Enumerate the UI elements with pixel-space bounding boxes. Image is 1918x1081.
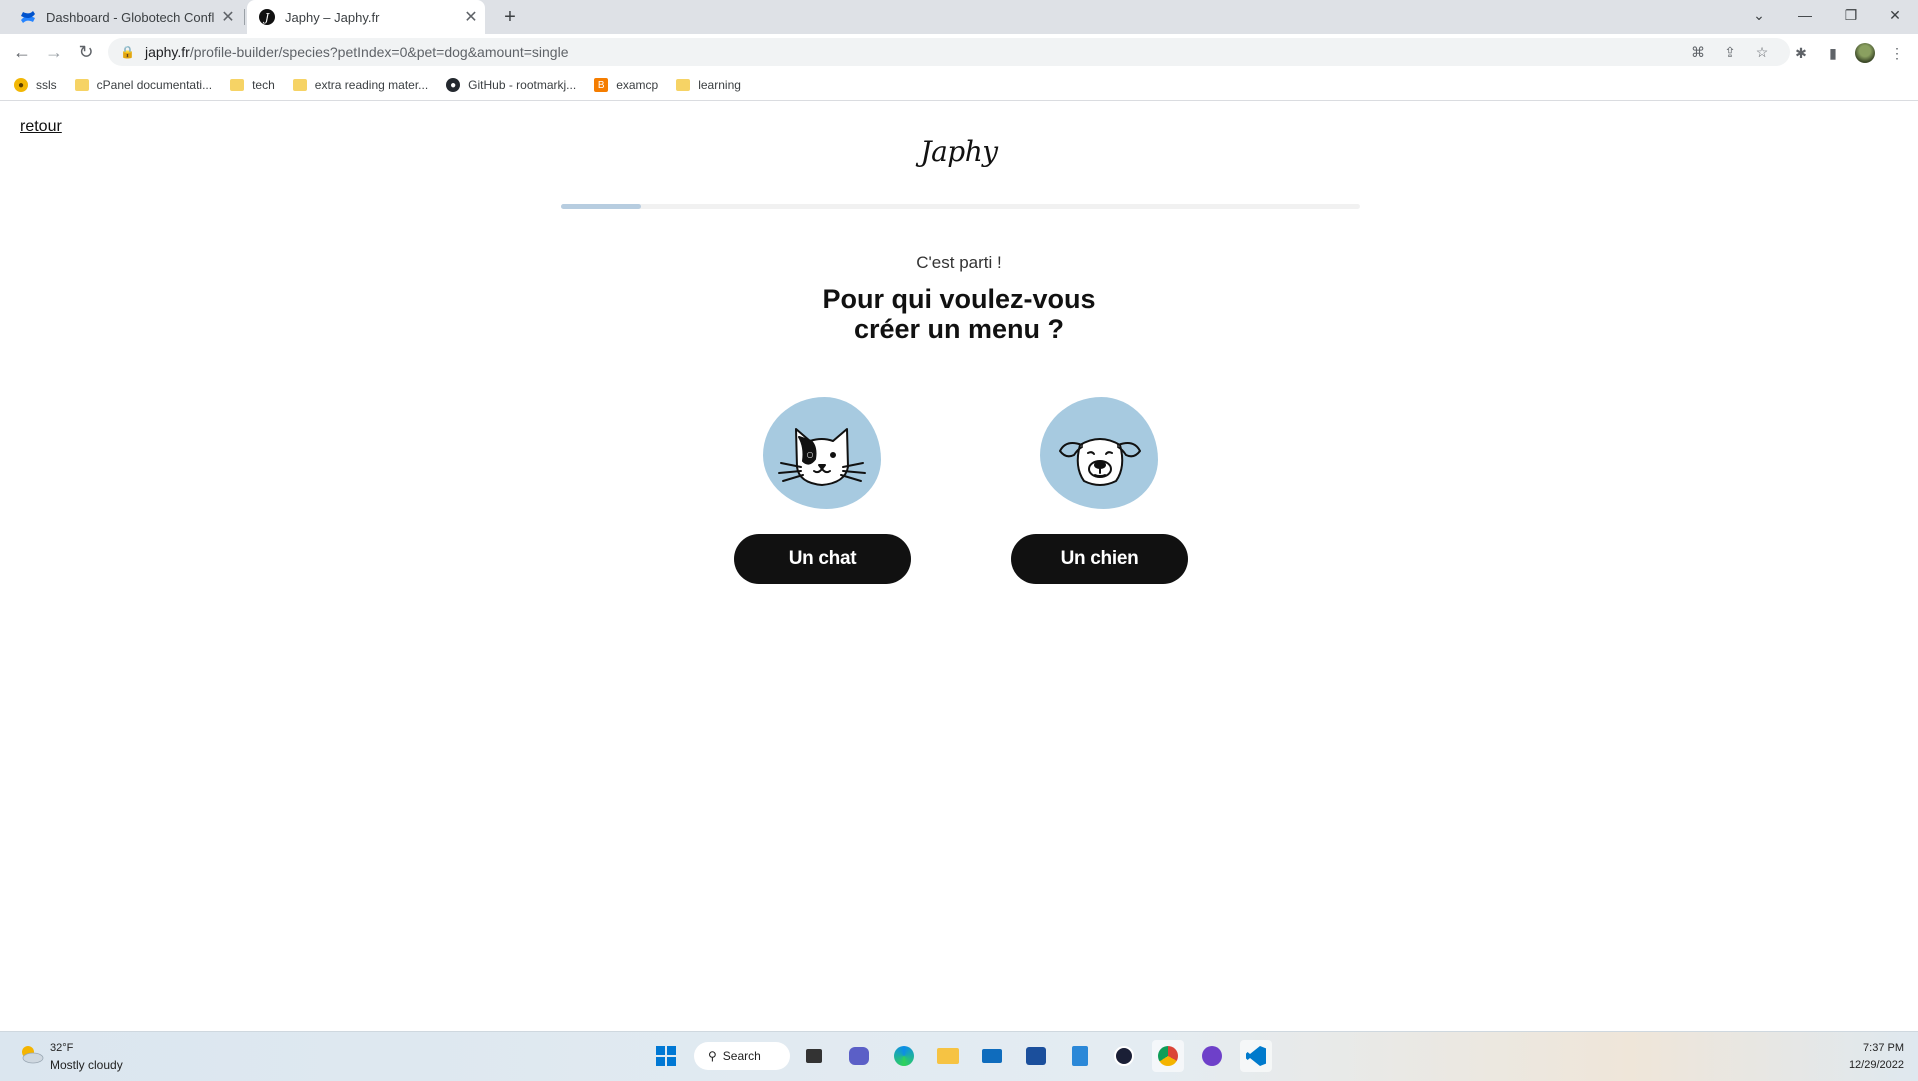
partly-cloudy-icon (22, 1046, 44, 1064)
clock-date[interactable]: 12/29/2022 (1849, 1059, 1904, 1071)
taskbar-search[interactable]: ⚲ Search (694, 1042, 790, 1070)
forward-arrow-icon[interactable]: → (42, 40, 66, 64)
taskbar: 32°F Mostly cloudy ⚲ Search 7:37 PM 12/2… (0, 1031, 1918, 1081)
side-panel-icon[interactable]: ▮ (1822, 42, 1844, 64)
bookmark-extra-reading[interactable]: extra reading mater... (292, 73, 429, 97)
edge-icon[interactable] (888, 1040, 920, 1072)
tab-strip: Dashboard - Globotech Confluen ✕ J Japhy… (0, 0, 1918, 34)
folder-icon (292, 79, 307, 91)
close-tab-icon[interactable]: ✕ (214, 7, 242, 27)
cat-illustration[interactable] (763, 397, 881, 509)
page-title: Pour qui voulez-vous créer un menu ? (0, 284, 1918, 344)
cat-option-button[interactable]: Un chat (734, 534, 911, 584)
task-view-icon[interactable] (798, 1040, 830, 1072)
folder-icon (74, 79, 89, 91)
reload-icon[interactable]: ↻ (74, 40, 98, 64)
tab-confluence[interactable]: Dashboard - Globotech Confluen ✕ (10, 0, 242, 34)
tab-title: Japhy – Japhy.fr (285, 9, 380, 25)
folder-icon (230, 79, 245, 91)
bookmark-label: extra reading mater... (314, 78, 429, 92)
browser-toolbar: ← → ↻ 🔒 japhy.fr/profile-builder/species… (0, 34, 1918, 70)
bookmark-label: GitHub - rootmarkj... (468, 78, 577, 92)
clock-time[interactable]: 7:37 PM (1863, 1042, 1904, 1054)
bookmark-label: ssls (36, 78, 57, 92)
step-kicker: C'est parti ! (916, 253, 1002, 272)
back-link[interactable]: retour (20, 118, 62, 136)
remote-desktop-icon[interactable] (1020, 1040, 1052, 1072)
lock-icon: 🔒 (120, 45, 135, 59)
japhy-icon: J (259, 9, 275, 25)
translate-icon[interactable]: ⌘ (1688, 42, 1708, 62)
chrome-icon[interactable] (1152, 1040, 1184, 1072)
cat-face-icon (778, 428, 866, 486)
dog-option-button[interactable]: Un chien (1011, 534, 1188, 584)
url-path: /profile-builder/species?petIndex=0&pet=… (189, 44, 569, 60)
menu-kebab-icon[interactable]: ⋮ (1886, 42, 1908, 64)
bookmark-examcp[interactable]: Bexamcp (594, 73, 658, 97)
page-title-line-1: Pour qui voulez-vous (822, 284, 1096, 314)
close-window-button[interactable]: ✕ (1872, 0, 1918, 30)
bookmark-label: tech (252, 78, 275, 92)
bookmark-cpanel[interactable]: cPanel documentati... (74, 73, 213, 97)
bookmark-label: cPanel documentati... (96, 78, 213, 92)
url-host: japhy.fr (144, 44, 190, 60)
vscode-icon[interactable] (1240, 1040, 1272, 1072)
tab-japhy[interactable]: J Japhy – Japhy.fr ✕ (247, 0, 485, 34)
address-bar[interactable]: 🔒 japhy.fr/profile-builder/species?petIn… (108, 38, 1790, 66)
bookmark-learning[interactable]: learning (676, 73, 741, 97)
ssls-icon: ● (14, 78, 28, 92)
close-tab-icon[interactable]: ✕ (457, 7, 485, 27)
bookmark-github[interactable]: ● GitHub - rootmarkj... (446, 73, 576, 97)
extensions-icon[interactable]: ✱ (1790, 42, 1812, 64)
bookmark-star-icon[interactable]: ☆ (1752, 42, 1772, 62)
tab-title: Dashboard - Globotech Confluen (46, 9, 214, 25)
bookmark-ssls[interactable]: ● ssls (14, 73, 57, 97)
search-icon: ⚲ (708, 1049, 717, 1063)
dog-face-icon (1059, 438, 1141, 486)
bookmark-label: examcp (616, 78, 659, 92)
bookmarks-bar: ● ssls cPanel documentati... tech extra r… (0, 70, 1918, 101)
folder-icon (676, 79, 691, 91)
windows-start-icon[interactable] (650, 1040, 682, 1072)
page-title-line-2: créer un menu ? (853, 314, 1065, 344)
tab-separator (244, 9, 245, 25)
new-tab-button[interactable]: + (496, 0, 524, 34)
minimize-button[interactable]: — (1782, 0, 1828, 30)
file-explorer-icon[interactable] (932, 1040, 964, 1072)
search-label: Search (722, 1049, 761, 1063)
bookmark-tech[interactable]: tech (230, 73, 275, 97)
back-arrow-icon[interactable]: ← (10, 40, 34, 64)
blogger-icon: B (594, 78, 609, 92)
page-content: retour Japhy C'est parti ! Pour qui voul… (0, 101, 1918, 1031)
github-desktop-icon[interactable] (1196, 1040, 1228, 1072)
japhy-logo: Japhy (920, 135, 998, 168)
tab-search-chevron-icon[interactable]: ⌄ (1736, 0, 1782, 30)
github-icon: ● (446, 78, 461, 92)
dog-illustration[interactable] (1040, 397, 1158, 509)
confluence-icon (21, 11, 35, 23)
restore-button[interactable]: ❐ (1828, 0, 1874, 30)
progress-bar-fill (561, 204, 641, 209)
password-manager-icon[interactable] (1108, 1040, 1140, 1072)
share-icon[interactable]: ⇪ (1720, 42, 1740, 62)
bookmark-label: learning (698, 78, 741, 92)
weather-temperature: 32°F (50, 1042, 74, 1054)
profile-avatar[interactable] (1854, 42, 1876, 64)
teams-chat-icon[interactable] (843, 1040, 875, 1072)
notepad-icon[interactable] (1064, 1040, 1096, 1072)
mail-icon[interactable] (976, 1040, 1008, 1072)
progress-bar (561, 204, 1360, 209)
svg-text:J: J (263, 11, 270, 24)
weather-description: Mostly cloudy (50, 1058, 123, 1072)
